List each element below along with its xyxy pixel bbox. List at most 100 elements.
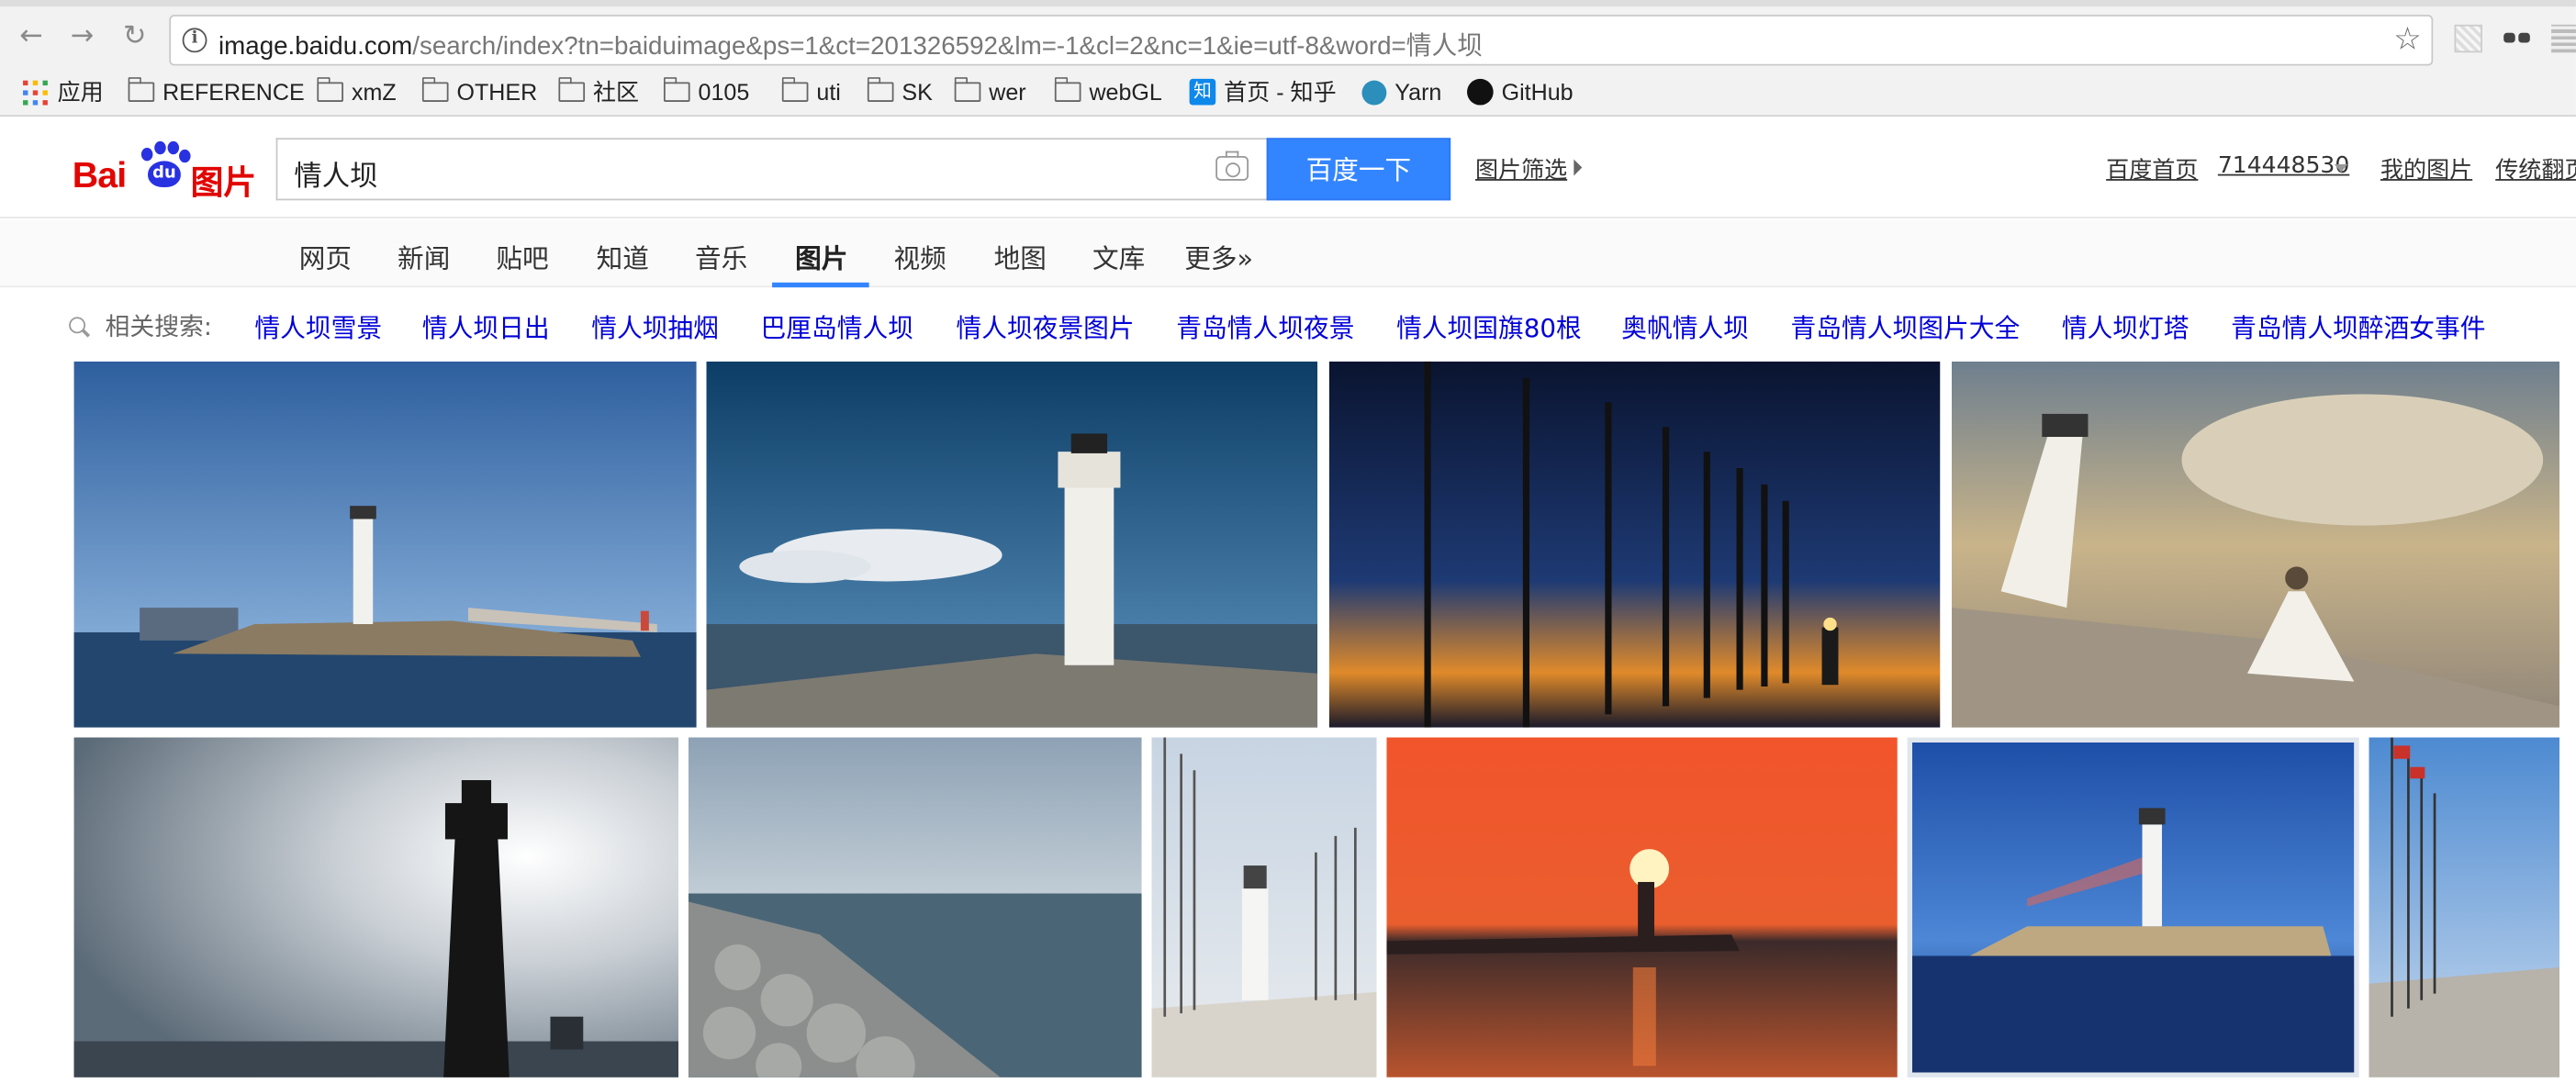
related-link[interactable]: 情人坝灯塔	[2062, 308, 2190, 344]
folder-icon	[867, 77, 894, 102]
search-button[interactable]: 百度一下	[1266, 138, 1451, 201]
bookmark-folder[interactable]: uti	[781, 75, 841, 108]
related-label: 相关搜索:	[105, 312, 212, 342]
extension-icon[interactable]	[2551, 24, 2576, 53]
bookmark-label: xmZ	[351, 78, 397, 106]
tab-tieba[interactable]: 贴吧	[496, 237, 548, 276]
result-image-bride-lighthouse[interactable]	[1951, 361, 2560, 728]
search-input[interactable]: 情人坝	[275, 138, 1269, 201]
bookmark-label: REFERENCE	[162, 78, 305, 106]
address-bar[interactable]: i image.baidu.com/search/index?tn=baidui…	[169, 15, 2434, 66]
zhihu-icon: 知	[1189, 78, 1216, 106]
bookmark-label: SK	[902, 78, 933, 106]
bookmark-label: GitHub	[1501, 78, 1574, 106]
info-icon[interactable]: i	[182, 28, 207, 53]
tab-map[interactable]: 地图	[994, 237, 1047, 276]
folder-icon	[781, 77, 809, 102]
bookmark-zhihu[interactable]: 知首页 - 知乎	[1189, 75, 1337, 108]
result-image-lighthouse-pier-clouds[interactable]	[706, 361, 1318, 728]
tab-news[interactable]: 新闻	[398, 237, 450, 276]
result-image-lighthouse-flagpoles[interactable]	[1151, 737, 1377, 1077]
related-link[interactable]: 情人坝日出	[422, 308, 550, 344]
related-link[interactable]: 情人坝雪景	[254, 308, 382, 344]
bookmark-label: uti	[816, 78, 841, 106]
bookmark-folder[interactable]: OTHER	[421, 75, 537, 108]
my-images-link[interactable]: 我的图片	[2380, 152, 2472, 185]
back-icon[interactable]: ←	[15, 19, 48, 52]
apps-icon	[23, 79, 48, 105]
yarn-icon	[1361, 79, 1387, 105]
bookmark-folder[interactable]: 社区	[558, 75, 639, 108]
bookmark-label: 社区	[593, 78, 640, 106]
related-link[interactable]: 巴厘岛情人坝	[761, 308, 913, 344]
related-link[interactable]: 情人坝夜景图片	[956, 308, 1134, 344]
search-input-value: 情人坝	[294, 161, 378, 195]
bookmarks-bar: 应用 REFERENCE xmZ OTHER 社区 0105 uti SK we…	[0, 65, 2576, 117]
browser-toolbar: ← → ↻ i image.baidu.com/search/index?tn=…	[0, 0, 2576, 66]
result-image-tetrapod-breakwater[interactable]	[688, 737, 1142, 1077]
logo-bai-text: Bai	[72, 154, 127, 195]
caret-right-icon	[1574, 159, 1583, 176]
camera-icon[interactable]	[1215, 151, 1249, 181]
bookmark-label: 首页 - 知乎	[1224, 78, 1337, 106]
tab-more[interactable]: 更多»	[1184, 237, 1253, 276]
bookmark-folder[interactable]: xmZ	[317, 75, 397, 108]
result-image-flagpoles-sunset[interactable]	[1328, 361, 1941, 728]
bookmark-folder[interactable]: wer	[954, 75, 1026, 108]
bookmark-star-icon[interactable]: ☆	[2393, 21, 2422, 57]
logo-tupian-text: 图片	[190, 162, 257, 203]
tab-video[interactable]: 视频	[893, 237, 946, 276]
related-link[interactable]: 青岛情人坝醉酒女事件	[2231, 308, 2485, 344]
active-tab-indicator	[772, 282, 869, 288]
screen: ← → ↻ i image.baidu.com/search/index?tn=…	[0, 0, 2576, 1083]
related-link[interactable]: 情人坝抽烟	[591, 308, 719, 344]
related-link[interactable]: 情人坝国旗80根	[1396, 308, 1582, 344]
category-tabs: 网页 新闻 贴吧 知道 音乐 图片 视频 地图 文库 更多»	[0, 219, 2576, 288]
username-link[interactable]: 714448530	[2218, 152, 2349, 179]
extension-glasses-icon[interactable]	[2503, 25, 2531, 52]
folder-icon	[663, 77, 690, 102]
forward-icon[interactable]: →	[66, 19, 99, 52]
tab-music[interactable]: 音乐	[695, 237, 747, 276]
bookmark-folder[interactable]: SK	[867, 75, 933, 108]
tab-web[interactable]: 网页	[299, 237, 352, 276]
result-image-flagpoles-promenade[interactable]	[2369, 737, 2560, 1077]
search-icon	[69, 317, 86, 334]
folder-icon	[421, 77, 449, 102]
tab-strip	[0, 0, 2576, 7]
bookmark-yarn[interactable]: Yarn	[1361, 75, 1441, 108]
folder-icon	[954, 77, 981, 102]
result-image-lighthouse-breakwater[interactable]	[73, 361, 697, 728]
tab-wenku[interactable]: 文库	[1092, 237, 1145, 276]
bookmark-folder[interactable]: 0105	[663, 75, 750, 108]
related-link[interactable]: 青岛情人坝图片大全	[1791, 308, 2021, 344]
baidu-home-link[interactable]: 百度首页	[2106, 152, 2198, 185]
bookmark-label: Yarn	[1394, 78, 1442, 106]
extension-icon[interactable]	[2454, 24, 2482, 53]
url-text[interactable]: image.baidu.com/search/index?tn=baiduima…	[218, 27, 1483, 62]
bookmark-label: 0105	[698, 78, 750, 106]
result-image-lighthouse-blue-sea[interactable]	[1907, 737, 2359, 1077]
url-path: /search/index?tn=baiduimage&ps=1&ct=2013…	[412, 32, 1483, 61]
baidu-header: Bai du 图片 情人坝 百度一下 图片筛选 百度首页 714448530 我…	[0, 117, 2576, 219]
github-icon	[1467, 78, 1494, 106]
folder-icon	[558, 77, 586, 102]
image-filter-link[interactable]: 图片筛选	[1475, 152, 1567, 185]
result-image-lighthouse-red-sunset[interactable]	[1386, 737, 1898, 1077]
bookmark-github[interactable]: GitHub	[1467, 75, 1574, 108]
reload-icon[interactable]: ↻	[118, 19, 151, 52]
bookmark-folder[interactable]: REFERENCE	[128, 75, 305, 108]
tab-zhidao[interactable]: 知道	[597, 237, 649, 276]
bookmark-apps[interactable]: 应用	[23, 75, 104, 108]
result-image-lighthouse-silhouette[interactable]	[73, 737, 679, 1077]
chevron-down-icon[interactable]	[2334, 163, 2348, 173]
related-link[interactable]: 青岛情人坝夜景	[1176, 308, 1354, 344]
baidu-logo[interactable]: Bai du 图片	[72, 131, 262, 202]
bookmark-label: 应用	[57, 78, 104, 106]
tab-images[interactable]: 图片	[795, 237, 847, 276]
classic-paging-link[interactable]: 传统翻页	[2495, 152, 2576, 185]
logo-du-text: du	[148, 161, 181, 188]
related-searches: 相关搜索: 情人坝雪景 情人坝日出 情人坝抽烟 巴厘岛情人坝 情人坝夜景图片 青…	[0, 289, 2576, 358]
related-link[interactable]: 奥帆情人坝	[1621, 308, 1749, 344]
bookmark-folder[interactable]: webGL	[1054, 75, 1162, 108]
